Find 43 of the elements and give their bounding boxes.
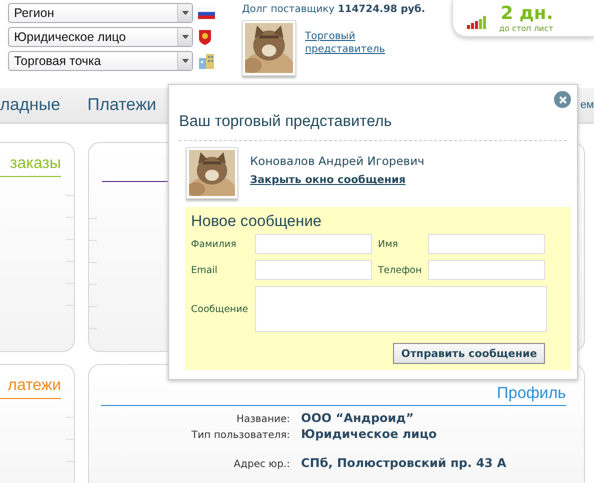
signal-bars-icon bbox=[467, 16, 488, 28]
field-label: Тип пользователя: bbox=[190, 429, 290, 443]
nav-link[interactable]: Платежи bbox=[87, 95, 156, 115]
days-caption: до стоп лист bbox=[499, 24, 554, 32]
dropdown[interactable]: Торговая точка bbox=[8, 51, 193, 71]
input-field[interactable] bbox=[255, 234, 372, 254]
caret-icon bbox=[182, 59, 188, 63]
close-link[interactable]: Закрыть окно сообщения bbox=[250, 174, 406, 186]
caret-icon bbox=[182, 11, 188, 15]
form-title: Новое сообщение bbox=[191, 213, 323, 231]
field-label: Сообщение bbox=[191, 304, 250, 314]
dropdown[interactable]: Регион bbox=[8, 3, 193, 23]
caret-icon bbox=[182, 35, 188, 39]
field-label: Имя bbox=[377, 238, 399, 250]
nav-link[interactable]: ладные bbox=[0, 95, 60, 115]
field-value: Юридическое лицо bbox=[301, 427, 438, 443]
emblem-icon bbox=[198, 28, 212, 46]
field-label: Телефон bbox=[377, 264, 423, 276]
close-icon bbox=[558, 96, 566, 104]
field-label: Адрес юр.: bbox=[232, 458, 290, 472]
days-count: 2 дн. bbox=[500, 4, 554, 24]
representative-name: Коновалов Андрей Игоревич bbox=[250, 154, 424, 168]
input-field[interactable] bbox=[428, 234, 545, 254]
field-label: Название: bbox=[235, 413, 290, 427]
field-value: СПб, Полюстровский пр. 43 А bbox=[301, 456, 508, 472]
debt-text: Долг поставщику 114724.98 руб. bbox=[242, 4, 426, 15]
building-icon bbox=[198, 52, 215, 70]
card-title: латежи bbox=[8, 377, 61, 395]
input-field[interactable] bbox=[428, 260, 545, 280]
representative-link[interactable]: Торговый представитель bbox=[304, 30, 395, 76]
send-button[interactable]: Отправить сообщение bbox=[393, 343, 545, 364]
dropdown[interactable]: Юридическое лицо bbox=[8, 27, 193, 47]
flag-icon bbox=[198, 8, 215, 18]
field-label: Фамилия bbox=[191, 238, 238, 250]
card-title: Профиль bbox=[496, 385, 566, 402]
field-value: ООО “Андроид” bbox=[301, 411, 415, 427]
input-field[interactable] bbox=[255, 260, 372, 280]
dialog-title: Ваш торговый представитель bbox=[179, 113, 567, 141]
nav-link[interactable]: ем bbox=[580, 99, 594, 111]
card-title: заказы bbox=[10, 155, 61, 173]
field-label: Email bbox=[191, 264, 218, 276]
close-button[interactable] bbox=[554, 91, 571, 108]
message-field[interactable] bbox=[255, 286, 547, 332]
